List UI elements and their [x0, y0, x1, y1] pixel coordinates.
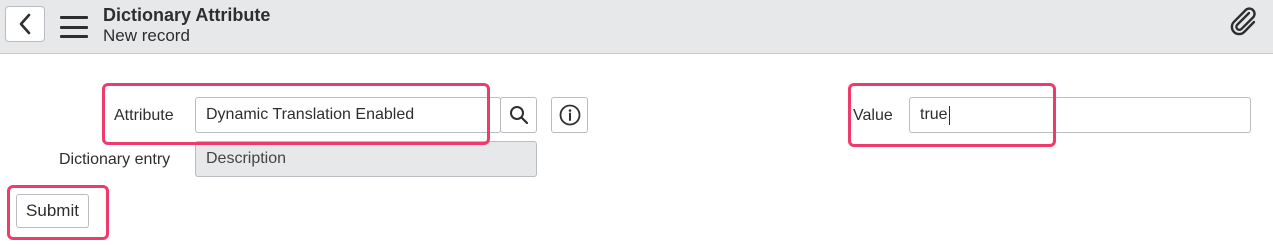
dictionary-entry-field: Description [195, 141, 537, 177]
form-header: Dictionary Attribute New record [0, 0, 1273, 54]
paperclip-icon[interactable] [1228, 6, 1258, 38]
submit-button[interactable]: Submit [16, 194, 89, 228]
page-title: Dictionary Attribute [103, 5, 271, 25]
back-button[interactable] [5, 6, 45, 42]
attribute-lookup-button[interactable] [500, 97, 537, 133]
attribute-label: Attribute [114, 107, 174, 124]
attribute-info-button[interactable] [551, 97, 588, 133]
page-subtitle: New record [103, 26, 190, 45]
info-icon [559, 104, 580, 126]
value-input-text: true [920, 106, 948, 123]
chevron-left-icon [19, 13, 31, 35]
value-input[interactable]: true [909, 97, 1251, 133]
text-cursor [948, 105, 950, 125]
value-label: Value [853, 107, 893, 124]
dictionary-entry-label: Dictionary entry [59, 151, 171, 168]
attribute-input[interactable]: Dynamic Translation Enabled [195, 97, 501, 133]
search-icon [509, 106, 528, 125]
hamburger-menu-icon[interactable] [59, 14, 89, 40]
